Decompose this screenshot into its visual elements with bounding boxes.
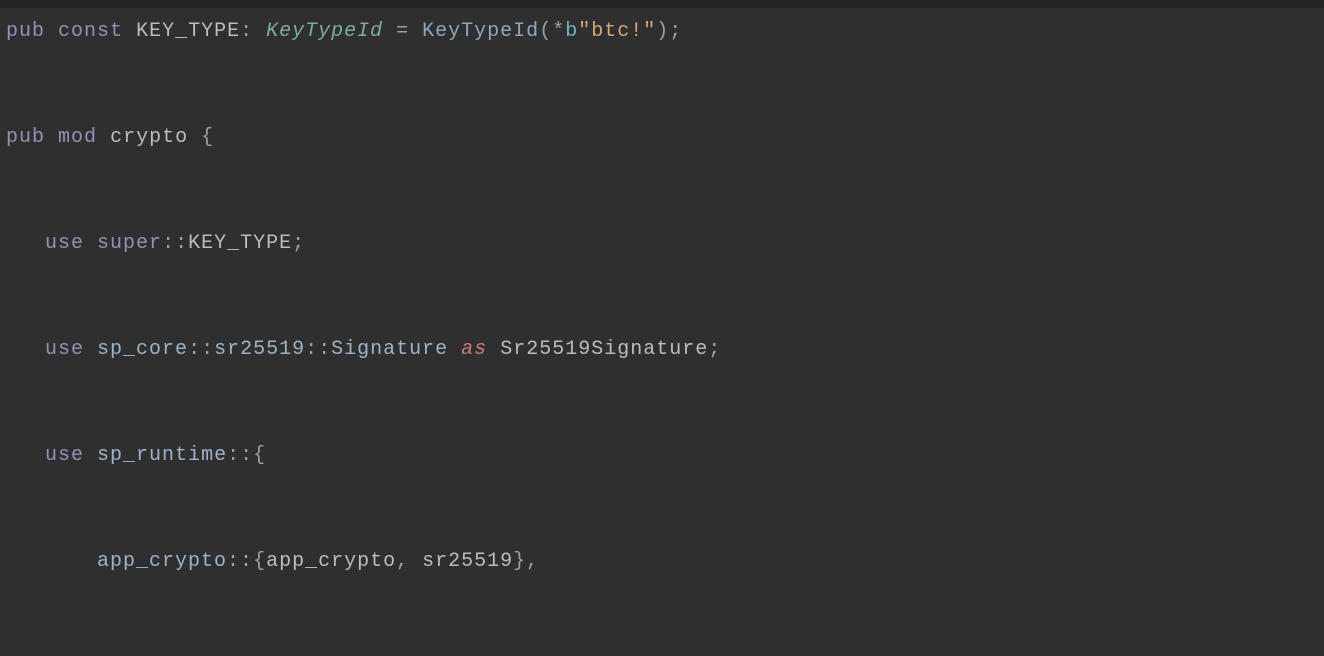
- blank-line: [6, 386, 1318, 420]
- mod-name: crypto: [110, 126, 188, 149]
- ctor-call: KeyTypeId: [422, 20, 539, 43]
- top-bar: [0, 0, 1324, 8]
- blank-line: [6, 492, 1318, 526]
- code-line: use sp_runtime::{: [6, 440, 1318, 472]
- kw-use: use: [45, 444, 84, 467]
- const-name: KEY_TYPE: [136, 20, 240, 43]
- code-line: traits::Verify,: [6, 652, 1318, 656]
- kw-use: use: [45, 232, 84, 255]
- blank-line: [6, 174, 1318, 208]
- code-block: pub const KEY_TYPE: KeyTypeId = KeyTypeI…: [0, 8, 1324, 656]
- code-line: use sp_core::sr25519::Signature as Sr255…: [6, 334, 1318, 366]
- code-line: pub mod crypto {: [6, 122, 1318, 154]
- byte-string-literal: "btc!": [578, 20, 656, 43]
- blank-line: [6, 68, 1318, 102]
- blank-line: [6, 280, 1318, 314]
- kw-pub: pub: [6, 126, 45, 149]
- kw-use: use: [45, 338, 84, 361]
- code-line: pub const KEY_TYPE: KeyTypeId = KeyTypeI…: [6, 16, 1318, 48]
- kw-pub: pub: [6, 20, 45, 43]
- kw-const: const: [58, 20, 123, 43]
- kw-as: as: [461, 338, 487, 361]
- code-line: use super::KEY_TYPE;: [6, 228, 1318, 260]
- kw-super: super: [97, 232, 162, 255]
- code-line: app_crypto::{app_crypto, sr25519},: [6, 546, 1318, 578]
- type-ref: KeyTypeId: [266, 20, 383, 43]
- blank-line: [6, 598, 1318, 632]
- kw-mod: mod: [58, 126, 97, 149]
